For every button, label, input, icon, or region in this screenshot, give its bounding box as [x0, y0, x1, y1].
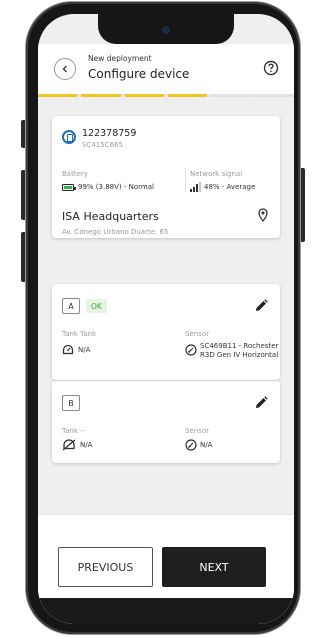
sensor-value-line1: SC469B11 - Rochester — [200, 342, 279, 350]
tank-disabled-icon — [62, 439, 76, 451]
location-name: ISA Headquarters — [62, 210, 159, 223]
phone-screen: New deployment Configure device 12237875… — [38, 14, 294, 624]
device-card: 122378759 SC415C665 Battery 99% (3.88V) … — [52, 116, 280, 238]
tank-icon — [62, 344, 74, 355]
sensor-label: Sensor — [185, 427, 209, 435]
location-address: Av. Cónego Urbano Duarte, 65 — [62, 228, 169, 236]
tank-label: Tank -- — [62, 427, 86, 435]
app-header: New deployment Configure device — [38, 44, 294, 94]
location-pin-icon[interactable] — [258, 208, 268, 222]
progress-step — [167, 94, 208, 97]
sensor-label: Sensor — [185, 330, 209, 338]
slot-letter: B — [62, 395, 80, 411]
power-button — [300, 168, 305, 242]
progress-step — [124, 94, 164, 97]
slot-card-b: B Tank -- N/A Sensor N/A — [52, 381, 280, 463]
step-progress-bar — [38, 94, 294, 97]
header-subtitle: New deployment — [88, 54, 152, 63]
sensor-value-line2: R3D Gen IV Horizontal — [200, 351, 279, 359]
slot-letter: A — [62, 298, 80, 314]
network-label: Network signal — [190, 170, 243, 178]
help-icon[interactable] — [262, 59, 280, 77]
previous-button[interactable]: PREVIOUS — [58, 547, 153, 587]
battery-value: 99% (3.88V) - Normal — [78, 183, 154, 191]
sensor-icon — [185, 439, 197, 451]
back-button[interactable] — [54, 58, 76, 80]
home-indicator-area — [38, 598, 294, 624]
device-id: 122378759 — [82, 128, 137, 139]
progress-step — [211, 94, 251, 97]
progress-step — [81, 94, 121, 97]
divider — [185, 168, 186, 192]
signal-icon — [190, 182, 201, 192]
device-serial: SC415C665 — [82, 141, 123, 149]
tank-label: Tank Tank — [62, 330, 97, 338]
slot-card-a: A OK Tank Tank N/A Sensor SC469B11 - Roc… — [52, 284, 280, 380]
back-arrow-icon — [62, 65, 67, 73]
progress-step — [254, 94, 294, 97]
next-button[interactable]: NEXT — [162, 547, 266, 587]
status-badge: OK — [86, 299, 107, 313]
page-title: Configure device — [88, 67, 190, 81]
device-icon — [62, 130, 76, 144]
network-value: 48% - Average — [204, 183, 256, 191]
pencil-icon[interactable] — [255, 299, 268, 312]
battery-icon — [62, 184, 76, 191]
progress-step — [38, 94, 78, 97]
pencil-icon[interactable] — [255, 396, 268, 409]
sensor-value: N/A — [200, 441, 213, 449]
sensor-icon — [185, 344, 197, 356]
front-camera — [162, 26, 170, 34]
tank-value: N/A — [80, 441, 93, 449]
tank-value: N/A — [78, 346, 91, 354]
battery-label: Battery — [62, 170, 88, 178]
